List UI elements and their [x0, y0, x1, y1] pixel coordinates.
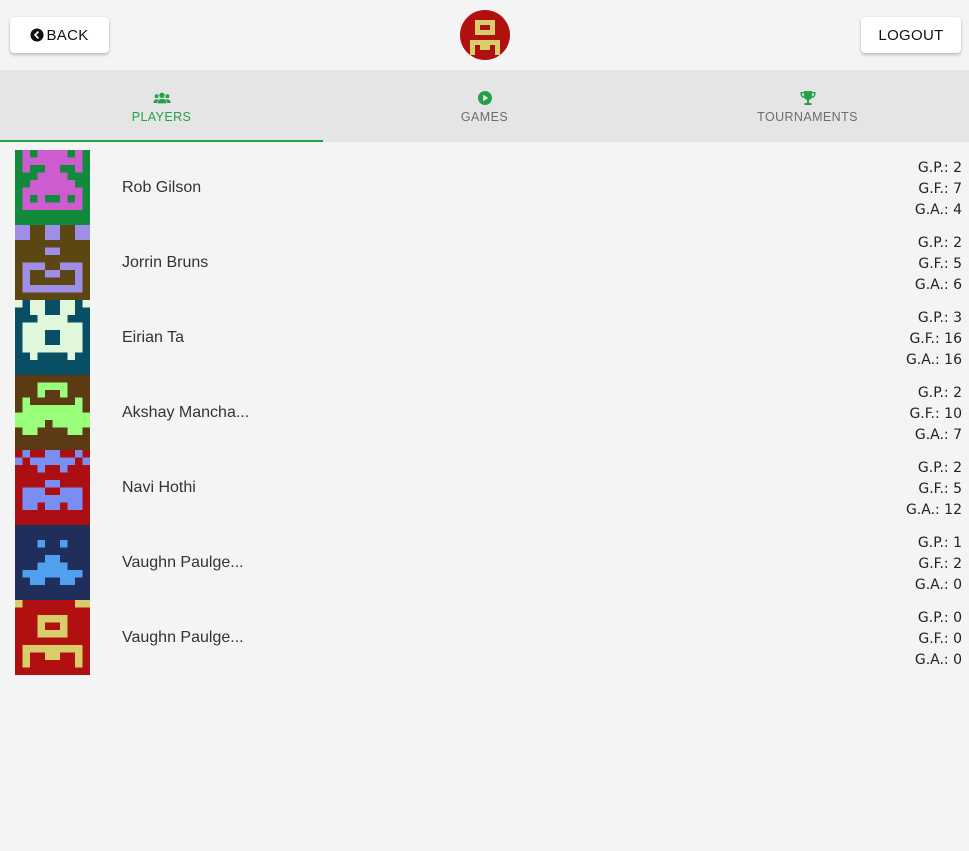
tab-players[interactable]: PLAYERS [0, 70, 323, 142]
goals-for: G.F.: 5 [918, 481, 962, 497]
player-row[interactable]: Rob Gilson G.P.: 2 G.F.: 7 G.A.: 4 [0, 150, 969, 225]
tab-tournaments-label: TOURNAMENTS [757, 110, 858, 124]
chevron-left-circle-icon [30, 28, 45, 42]
play-icon [477, 91, 492, 105]
games-played: G.P.: 2 [917, 385, 962, 401]
goals-against: G.A.: 12 [905, 502, 962, 518]
player-name: Vaughn Paulge... [122, 629, 244, 646]
player-avatar [15, 150, 90, 225]
nav-tabs: PLAYERS GAMES TOURNAMENTS [0, 70, 969, 142]
player-stats: G.P.: 1 G.F.: 2 G.A.: 0 [915, 533, 962, 596]
tab-games-label: GAMES [460, 110, 509, 124]
games-played: G.P.: 0 [917, 610, 962, 626]
goals-against: G.A.: 7 [914, 427, 962, 443]
player-name: Jorrin Bruns [122, 254, 209, 271]
player-name: Rob Gilson [122, 179, 202, 196]
tab-games[interactable]: GAMES [323, 70, 646, 142]
player-avatar [15, 225, 90, 300]
player-row[interactable]: Vaughn Paulge... G.P.: 1 G.F.: 2 G.A.: 0 [0, 525, 969, 600]
player-avatar [15, 375, 90, 450]
player-row[interactable]: Akshay Mancha... G.P.: 2 G.F.: 10 G.A.: … [0, 375, 969, 450]
player-stats: G.P.: 0 G.F.: 0 G.A.: 0 [915, 608, 962, 671]
top-bar: BACK LOGOUT [0, 0, 969, 70]
player-name: Navi Hothi [122, 479, 196, 496]
player-row[interactable]: Vaughn Paulge... G.P.: 0 G.F.: 0 G.A.: 0 [0, 600, 969, 675]
player-avatar [15, 600, 90, 675]
player-avatar [15, 300, 90, 375]
games-played: G.P.: 2 [917, 160, 962, 176]
back-button[interactable]: BACK [10, 17, 109, 53]
player-stats: G.P.: 2 G.F.: 5 G.A.: 6 [915, 233, 962, 296]
app-logo [460, 10, 510, 60]
player-row[interactable]: Navi Hothi G.P.: 2 G.F.: 5 G.A.: 12 [0, 450, 969, 525]
games-played: G.P.: 3 [917, 310, 962, 326]
goals-for: G.F.: 16 [909, 331, 962, 347]
goals-against: G.A.: 0 [914, 652, 962, 668]
player-row[interactable]: Jorrin Bruns G.P.: 2 G.F.: 5 G.A.: 6 [0, 225, 969, 300]
player-stats: G.P.: 2 G.F.: 5 G.A.: 12 [906, 458, 962, 521]
player-stats: G.P.: 2 G.F.: 10 G.A.: 7 [909, 383, 962, 446]
player-avatar [15, 525, 90, 600]
back-label: BACK [46, 26, 89, 44]
player-stats: G.P.: 2 G.F.: 7 G.A.: 4 [915, 158, 962, 221]
player-avatar [15, 450, 90, 525]
player-name: Vaughn Paulge... [122, 554, 244, 571]
goals-for: G.F.: 7 [918, 181, 962, 197]
goals-against: G.A.: 0 [914, 577, 962, 593]
goals-for: G.F.: 10 [909, 406, 962, 422]
goals-against: G.A.: 6 [914, 277, 962, 293]
goals-for: G.F.: 0 [918, 631, 962, 647]
player-name: Akshay Mancha... [122, 404, 250, 421]
games-played: G.P.: 2 [917, 460, 962, 476]
games-played: G.P.: 1 [917, 535, 962, 551]
trophy-icon [800, 91, 815, 105]
player-stats: G.P.: 3 G.F.: 16 G.A.: 16 [906, 308, 962, 371]
logout-button[interactable]: LOGOUT [861, 17, 961, 53]
player-row[interactable]: Eirian Ta G.P.: 3 G.F.: 16 G.A.: 16 [0, 300, 969, 375]
goals-against: G.A.: 16 [905, 352, 962, 368]
goals-against: G.A.: 4 [914, 202, 962, 218]
goals-for: G.F.: 5 [918, 256, 962, 272]
logout-label: LOGOUT [878, 26, 944, 44]
goals-for: G.F.: 2 [918, 556, 962, 572]
tab-players-label: PLAYERS [131, 110, 192, 124]
games-played: G.P.: 2 [917, 235, 962, 251]
users-icon [152, 92, 171, 104]
tab-tournaments[interactable]: TOURNAMENTS [646, 70, 969, 142]
player-name: Eirian Ta [122, 329, 184, 346]
players-list: Rob Gilson G.P.: 2 G.F.: 7 G.A.: 4 Jorri… [0, 150, 969, 675]
